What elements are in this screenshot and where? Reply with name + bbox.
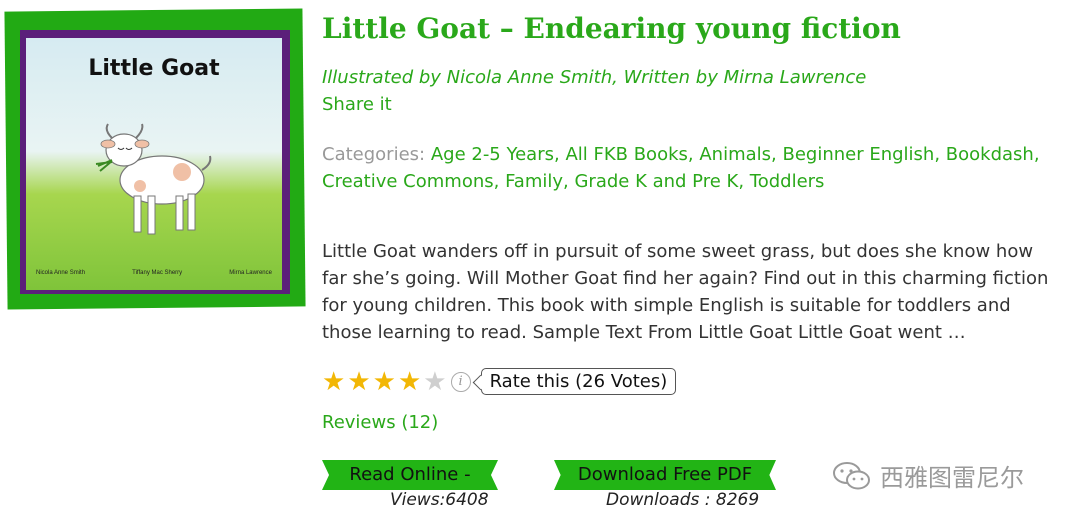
cover-designer: Tiffany Mac Sherry <box>132 270 183 276</box>
category-link[interactable]: Family <box>505 171 563 192</box>
views-count: Views:6408 <box>390 490 489 510</box>
book-title[interactable]: Little Goat – Endearing young fiction <box>322 12 901 45</box>
watermark: 西雅图雷尼尔 <box>832 458 1024 493</box>
star-icon[interactable]: ★ <box>347 369 370 395</box>
category-link[interactable]: Beginner English <box>782 144 934 165</box>
star-icon[interactable]: ★ <box>423 369 446 395</box>
download-pdf-button[interactable]: Download Free PDF <box>554 460 776 490</box>
category-link[interactable]: Animals <box>699 144 771 165</box>
cover-credits: Nicola Anne Smith Tiffany Mac Sherry Mir… <box>36 270 272 276</box>
category-link[interactable]: Creative Commons <box>322 171 494 192</box>
book-cover[interactable]: Little Goat Nicola Anne Smith Tiffany Ma… <box>4 8 306 310</box>
book-description: Little Goat wanders off in pursuit of so… <box>322 241 1049 343</box>
wechat-icon <box>833 461 870 489</box>
goat-illustration <box>95 123 212 235</box>
cover-title: Little Goat <box>88 56 220 81</box>
share-link[interactable]: Share it <box>322 94 392 115</box>
cover-illustrator: Nicola Anne Smith <box>36 270 86 276</box>
star-icon[interactable]: ★ <box>398 369 421 395</box>
category-link[interactable]: All FKB Books <box>565 144 687 165</box>
info-icon[interactable]: i <box>450 371 471 392</box>
rate-this-button[interactable]: Rate this (26 Votes) <box>480 368 677 395</box>
categories-label: Categories: <box>322 144 426 165</box>
star-icon[interactable]: ★ <box>373 369 396 395</box>
watermark-text: 西雅图雷尼尔 <box>880 464 1024 492</box>
cover-illustration: Little Goat Nicola Anne Smith Tiffany Ma… <box>26 38 282 290</box>
category-link[interactable]: Bookdash <box>946 144 1034 165</box>
downloads-count: Downloads : 8269 <box>606 490 760 510</box>
categories: Categories: Age 2-5 Years, All FKB Books… <box>322 144 1040 192</box>
book-byline: Illustrated by Nicola Anne Smith, Writte… <box>322 67 867 88</box>
category-link[interactable]: Toddlers <box>750 171 825 192</box>
category-link[interactable]: Grade K and Pre K <box>574 171 738 192</box>
star-rating: ★ ★ ★ ★ ★ i Rate this (26 Votes) <box>322 368 677 395</box>
read-online-button[interactable]: Read Online - <box>322 460 498 490</box>
cover-author: Mirna Lawrence <box>229 270 272 276</box>
category-link[interactable]: Age 2-5 Years <box>431 144 554 165</box>
reviews-link[interactable]: Reviews (12) <box>322 412 438 433</box>
star-icon[interactable]: ★ <box>322 369 345 395</box>
